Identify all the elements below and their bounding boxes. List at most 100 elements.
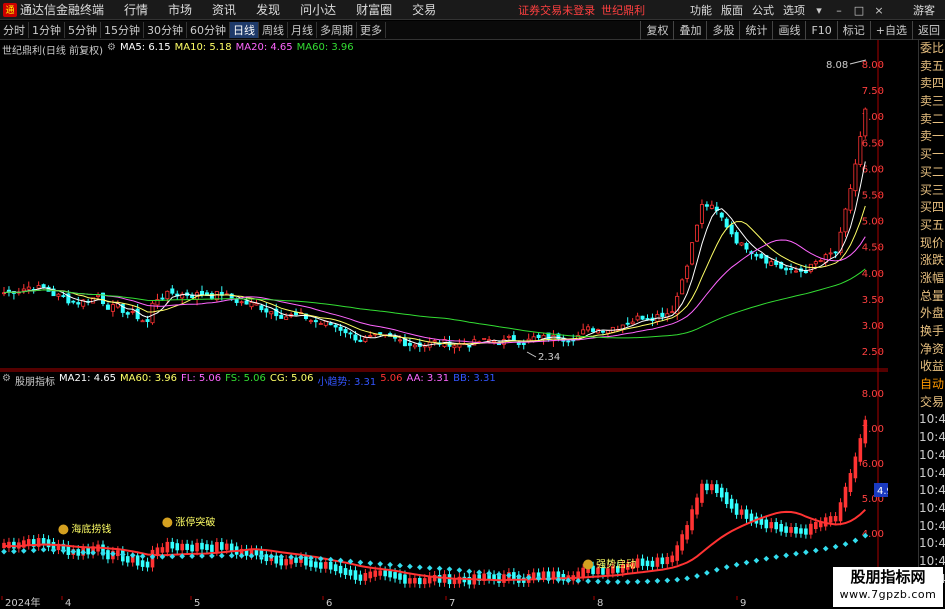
side-item-5[interactable]: 卖一 (919, 128, 945, 146)
period-5min[interactable]: 5分钟 (65, 22, 101, 38)
candle-body (690, 242, 695, 265)
side-item-4[interactable]: 卖二 (919, 111, 945, 129)
side-item-19[interactable]: 自动 (919, 376, 945, 394)
tool-overlay[interactable]: 叠加 (673, 21, 706, 40)
indicator-bar (724, 492, 729, 505)
side-item-22[interactable]: 10:49 (919, 429, 945, 447)
guest-user[interactable]: 游客 (913, 2, 935, 18)
side-item-9[interactable]: 买四 (919, 199, 945, 217)
side-item-11[interactable]: 现价 (919, 235, 945, 253)
indicator-bar (843, 486, 848, 508)
side-item-1[interactable]: 卖五 (919, 58, 945, 76)
menu-item-discover[interactable]: 发现 (256, 1, 280, 18)
price-bg (0, 40, 888, 370)
indicator-bar (690, 509, 694, 531)
side-item-18[interactable]: 收益 (919, 358, 945, 376)
minimize-icon[interactable]: – (833, 4, 845, 17)
menu-item-wealth[interactable]: 财富圈 (356, 1, 392, 18)
app-name: 通达信金融终端 (20, 3, 105, 17)
candle-body (467, 345, 472, 348)
candle-body (670, 311, 675, 314)
close-icon[interactable]: × (873, 4, 885, 17)
side-item-12[interactable]: 涨跌 (919, 252, 945, 270)
menu-item-layout[interactable]: 版面 (721, 2, 743, 18)
menu-toggle-icon[interactable]: ▾ (813, 4, 825, 17)
period-timeshare[interactable]: 分时 (0, 22, 29, 38)
side-item-6[interactable]: 买一 (919, 146, 945, 164)
side-item-21[interactable]: 10:49 (919, 411, 945, 429)
side-item-28[interactable]: 10:49 (919, 535, 945, 553)
tool-f10[interactable]: F10 (805, 21, 836, 40)
price-tick-label: 3.00 (862, 321, 884, 332)
tool-draw-line[interactable]: 画线 (772, 21, 805, 40)
maximize-icon[interactable]: □ (853, 4, 865, 17)
side-item-17[interactable]: 净资 (919, 341, 945, 359)
settings-icon[interactable]: ⚙ (107, 42, 116, 57)
candle-body (695, 224, 700, 242)
indicator-bar (794, 527, 798, 534)
side-item-7[interactable]: 买二 (919, 164, 945, 182)
period-1min[interactable]: 1分钟 (29, 22, 65, 38)
side-item-25[interactable]: 10:49 (919, 482, 945, 500)
indicator-bar (373, 570, 378, 577)
menu-item-options[interactable]: 选项 (783, 2, 805, 18)
tool-add-favorite[interactable]: +自选 (869, 21, 912, 40)
indicator-bar (368, 571, 373, 579)
tool-statistics[interactable]: 统计 (739, 21, 772, 40)
candle-body (863, 108, 868, 137)
tool-back[interactable]: 返回 (912, 21, 945, 40)
indicator-bar (175, 543, 180, 551)
tool-mark[interactable]: 标记 (836, 21, 870, 40)
side-item-0[interactable]: 委比 (919, 40, 945, 58)
side-item-14[interactable]: 总量 (919, 288, 945, 306)
ma10-value: MA10: 5.18 (174, 42, 232, 53)
side-item-20[interactable]: 交易 (919, 394, 945, 412)
side-item-3[interactable]: 卖三 (919, 93, 945, 111)
indicator-bar (284, 559, 288, 566)
period-daily[interactable]: 日线 (230, 22, 259, 38)
candle-body (516, 342, 521, 345)
side-item-26[interactable]: 10:49 (919, 500, 945, 518)
menu-item-formula[interactable]: 公式 (752, 2, 774, 18)
side-item-8[interactable]: 买三 (919, 182, 945, 200)
indicator-bar (784, 526, 788, 533)
indicator-bar (804, 528, 808, 535)
menu-item-function[interactable]: 功能 (690, 2, 712, 18)
menu-item-market[interactable]: 行情 (124, 1, 148, 18)
candle-body (412, 344, 417, 348)
period-monthly[interactable]: 月线 (288, 22, 317, 38)
side-item-2[interactable]: 卖四 (919, 75, 945, 93)
side-item-27[interactable]: 10:49 (919, 518, 945, 536)
period-30min[interactable]: 30分钟 (144, 22, 187, 38)
indicator-settings-icon[interactable]: ⚙ (2, 373, 11, 388)
period-60min[interactable]: 60分钟 (187, 22, 230, 38)
side-item-16[interactable]: 换手 (919, 323, 945, 341)
indicator-bar (665, 556, 670, 565)
candle-body (769, 261, 774, 266)
tool-restore-rights[interactable]: 复权 (640, 21, 673, 40)
indicator-value-2: FL: 5.06 (181, 373, 222, 384)
tool-multi-stock[interactable]: 多股 (706, 21, 739, 40)
menu-item-trade[interactable]: 交易 (412, 1, 436, 18)
side-item-10[interactable]: 买五 (919, 217, 945, 235)
period-15min[interactable]: 15分钟 (101, 22, 144, 38)
candle-body (719, 212, 724, 218)
menu-item-news[interactable]: 资讯 (212, 1, 236, 18)
side-item-23[interactable]: 10:49 (919, 447, 945, 465)
candle-body (759, 253, 764, 259)
menu-item-markets[interactable]: 市场 (168, 1, 192, 18)
side-item-15[interactable]: 外盘 (919, 305, 945, 323)
login-status[interactable]: 证券交易未登录 (518, 2, 595, 18)
candle-body (26, 286, 31, 290)
period-weekly[interactable]: 周线 (259, 22, 288, 38)
candle-body (724, 218, 729, 228)
indicator-chart[interactable]: 8.007.006.005.004.00海底捞钱涨停突破强势启动4.98 (0, 370, 888, 596)
indicator-tick-label: 6.00 (862, 459, 884, 470)
side-item-24[interactable]: 10:49 (919, 465, 945, 483)
period-more[interactable]: 更多 (357, 22, 386, 38)
menu-item-ask[interactable]: 问小达 (300, 1, 336, 18)
period-multi[interactable]: 多周期 (317, 22, 357, 38)
price-chart[interactable]: 8.007.507.006.506.005.505.004.504.003.50… (0, 40, 888, 370)
indicator-bar (541, 571, 546, 579)
side-item-13[interactable]: 涨幅 (919, 270, 945, 288)
